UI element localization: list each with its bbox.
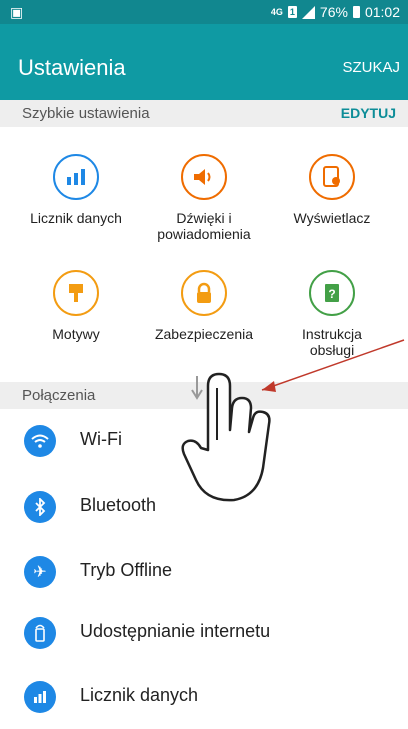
pointing-arrow-icon: [261, 339, 405, 392]
swipe-down-arrow-icon: [191, 376, 203, 400]
hand-gesture-icon: [181, 372, 271, 502]
tutorial-overlay: [181, 339, 405, 502]
